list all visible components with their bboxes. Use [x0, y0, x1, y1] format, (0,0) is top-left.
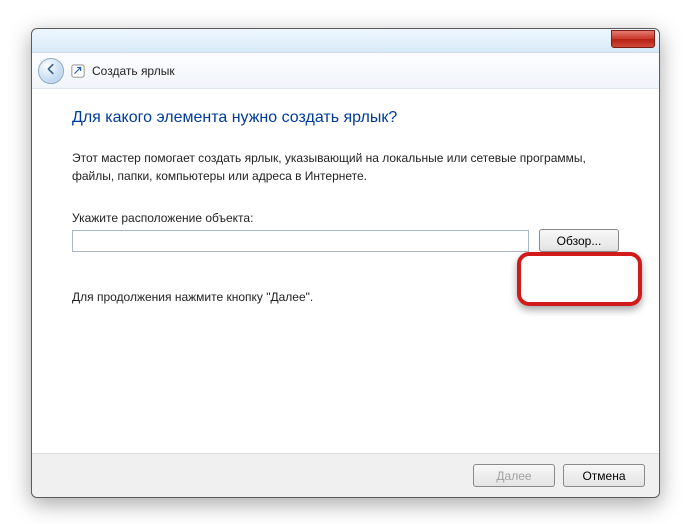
content-area: Для какого элемента нужно создать ярлык?… [32, 89, 659, 453]
description-text: Этот мастер помогает создать ярлык, указ… [72, 149, 619, 185]
page-heading: Для какого элемента нужно создать ярлык? [72, 109, 619, 127]
arrow-left-icon [44, 62, 58, 79]
titlebar [32, 29, 659, 53]
location-label: Укажите расположение объекта: [72, 211, 619, 225]
header: Создать ярлык [32, 53, 659, 89]
input-row: Обзор... [72, 229, 619, 252]
location-input[interactable] [72, 230, 529, 252]
continue-hint: Для продолжения нажмите кнопку "Далее". [72, 290, 619, 304]
header-title: Создать ярлык [92, 64, 175, 78]
wizard-window: Создать ярлык Для какого элемента нужно … [31, 28, 660, 498]
footer: Далее Отмена [32, 453, 659, 497]
cancel-button[interactable]: Отмена [563, 464, 645, 487]
next-button[interactable]: Далее [473, 464, 555, 487]
back-button[interactable] [38, 58, 64, 84]
close-button[interactable] [611, 30, 655, 48]
browse-button[interactable]: Обзор... [539, 229, 619, 252]
shortcut-icon [70, 63, 86, 79]
